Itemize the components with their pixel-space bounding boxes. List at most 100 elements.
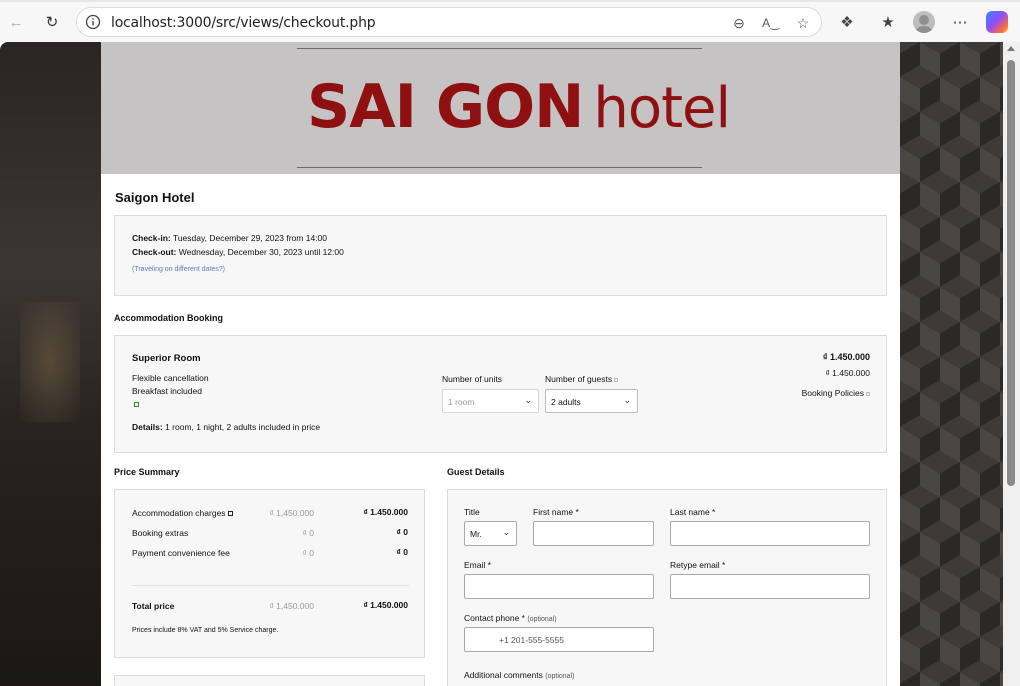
summary-row-original: ₫ 0 [302, 548, 314, 558]
profile-avatar[interactable] [913, 11, 935, 33]
checkin-label: Check-in: [132, 233, 171, 243]
details-value: 1 room, 1 night, 2 adults included in pr… [165, 422, 321, 432]
background-pattern-right [900, 42, 1003, 686]
total-label: Total price [132, 601, 175, 611]
total-value: ₫ 1.450.000 [363, 600, 408, 610]
checkin-value: Tuesday, December 29, 2023 from 14:00 [172, 233, 327, 243]
reload-icon[interactable]: ↻ [40, 10, 64, 34]
title-label: Title [464, 507, 480, 517]
guest-details-box: Title Mr. ⌄ First name * Last name * Ema… [447, 489, 887, 686]
phone-placeholder: +1 201-555-5555 [499, 635, 564, 645]
charges-info-icon[interactable] [227, 511, 233, 517]
checkout-page: SAI GON hotel Saigon Hotel Check-in: Tues… [101, 42, 900, 686]
retype-email-field[interactable] [670, 574, 870, 599]
accommodation-section-title: Accommodation Booking [114, 313, 224, 323]
retype-email-label: Retype email * [670, 560, 726, 570]
room-feature-breakfast: Breakfast included [132, 386, 202, 396]
price-summary-box: Accommodation charges ₫ 1,450.000 ₫ 1.45… [114, 489, 425, 658]
booking-policies-line[interactable]: Booking Policies [802, 388, 870, 398]
room-details-line: Details: 1 room, 1 night, 2 adults inclu… [132, 422, 320, 432]
favorite-star-icon[interactable]: ☆ [793, 13, 813, 33]
summary-row-value: ₫ 0 [396, 527, 408, 537]
phone-field[interactable]: +1 201-555-5555 [464, 627, 654, 652]
scroll-up-icon[interactable] [1007, 46, 1015, 51]
summary-row-value: ₫ 1.450.000 [363, 507, 408, 517]
stay-dates-box: Check-in: Tuesday, December 29, 2023 fro… [114, 215, 887, 296]
chevron-down-icon: ⌄ [502, 527, 510, 537]
phone-optional: (optional) [527, 616, 557, 623]
vertical-scrollbar[interactable] [1003, 42, 1020, 686]
units-value: 1 room [448, 397, 475, 407]
checkout-value: Wednesday, December 30, 2023 until 12:00 [178, 247, 344, 257]
guests-label-line: Number of guests [545, 374, 619, 384]
comments-optional: (optional) [545, 673, 575, 680]
policies-info-icon[interactable] [866, 391, 870, 396]
logo-sai-gon: SAI GON [307, 72, 584, 142]
next-summary-box [114, 675, 425, 686]
tab-strip [0, 0, 1020, 2]
first-name-field[interactable] [533, 521, 654, 546]
guests-select[interactable]: 2 adults ⌄ [545, 389, 638, 413]
copilot-icon[interactable] [986, 11, 1008, 33]
chevron-down-icon: ⌄ [524, 395, 532, 405]
comments-label: Additional comments [464, 670, 543, 680]
units-label: Number of units [442, 374, 502, 384]
summary-row-label: Payment convenience fee [132, 548, 230, 558]
url-text[interactable]: localhost:3000/src/views/checkout.php [111, 15, 376, 31]
summary-row-label: Booking extras [132, 528, 189, 538]
checkout-line: Check-out: Wednesday, December 30, 2023 … [132, 247, 344, 257]
email-label: Email * [464, 560, 491, 570]
total-original: ₫ 1,450.000 [269, 601, 314, 611]
room-price-main: ₫ 1.450.000 [822, 352, 870, 362]
checkout-label: Check-out: [132, 247, 177, 257]
summary-divider [132, 585, 409, 586]
address-bar[interactable]: localhost:3000/src/views/checkout.php ⊖ … [76, 7, 822, 37]
phone-label: Contact phone * [464, 613, 525, 623]
guests-info-icon[interactable] [614, 377, 619, 382]
zoom-out-icon[interactable]: ⊖ [729, 13, 749, 33]
different-dates-link[interactable]: (Traveling on different dates?) [132, 266, 225, 273]
title-value: Mr. [470, 529, 482, 539]
room-name: Superior Room [132, 353, 201, 364]
guests-label: Number of guests [545, 374, 613, 384]
title-select[interactable]: Mr. ⌄ [464, 521, 517, 546]
email-field[interactable] [464, 574, 654, 599]
room-box: Superior Room Flexible cancellation Brea… [114, 335, 887, 453]
room-feature-cancellation: Flexible cancellation [132, 373, 209, 383]
scrollbar-thumb[interactable] [1007, 60, 1015, 486]
summary-row-label: Accommodation charges [132, 508, 233, 518]
checkin-line: Check-in: Tuesday, December 29, 2023 fro… [132, 233, 327, 243]
browser-toolbar: ← ↻ localhost:3000/src/views/checkout.ph… [0, 0, 1020, 42]
price-summary-title: Price Summary [114, 467, 180, 477]
phone-label-line: Contact phone * (optional) [464, 613, 557, 623]
summary-row-value: ₫ 0 [396, 547, 408, 557]
banner-top-rule [297, 48, 702, 49]
hotel-banner: SAI GON hotel [101, 42, 900, 174]
tax-note: Prices include 8% VAT and 5% Service cha… [132, 627, 279, 634]
hotel-logo: SAI GON hotel [307, 72, 731, 142]
guest-details-title: Guest Details [447, 467, 505, 477]
first-name-label: First name * [533, 507, 579, 517]
summary-row-original: ₫ 0 [302, 528, 314, 538]
units-select[interactable]: 1 room ⌄ [442, 389, 539, 413]
extensions-icon[interactable]: ❖ [835, 10, 859, 34]
last-name-field[interactable] [670, 521, 870, 546]
info-icon[interactable] [85, 14, 101, 30]
room-info-icon[interactable] [132, 399, 139, 409]
last-name-label: Last name * [670, 507, 716, 517]
details-label: Details: [132, 422, 163, 432]
more-menu-icon[interactable]: ⋯ [948, 10, 972, 34]
room-price-sub: ₫ 1.450.000 [825, 368, 870, 378]
guests-value: 2 adults [551, 397, 581, 407]
read-aloud-icon[interactable]: A‿ [761, 13, 781, 33]
back-icon[interactable]: ← [4, 10, 28, 34]
favorites-icon[interactable]: ★ [876, 10, 900, 34]
chevron-down-icon: ⌄ [623, 395, 631, 405]
logo-hotel: hotel [593, 76, 731, 141]
booking-policies-link[interactable]: Booking Policies [802, 388, 864, 398]
comments-label-line: Additional comments (optional) [464, 670, 574, 680]
banner-bottom-rule [297, 167, 702, 168]
page-viewport: SAI GON hotel Saigon Hotel Check-in: Tues… [0, 42, 1020, 686]
summary-row-original: ₫ 1,450.000 [269, 508, 314, 518]
background-photo-left [0, 42, 102, 686]
